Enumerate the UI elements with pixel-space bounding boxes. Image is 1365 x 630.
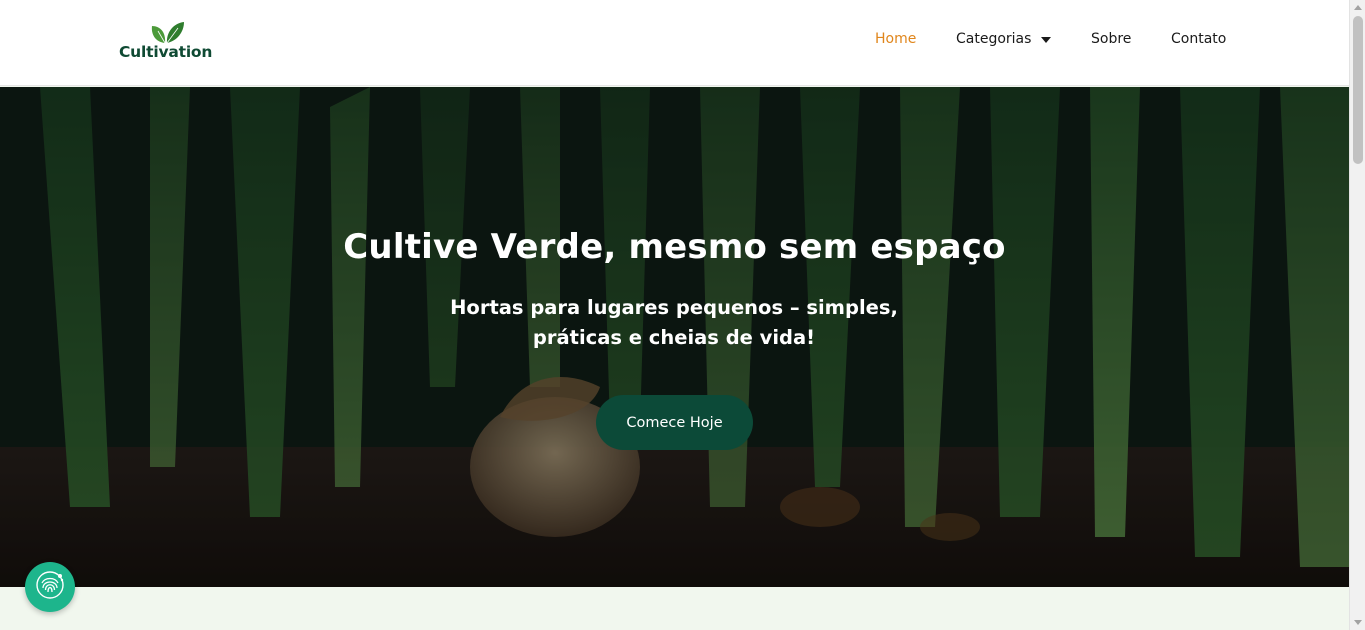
caret-down-icon bbox=[1041, 36, 1052, 43]
logo-text: Cultivation bbox=[119, 43, 213, 61]
nav-home-label: Home bbox=[875, 31, 917, 47]
page: Cultivation Home Categorias Sobre Contat… bbox=[0, 0, 1349, 630]
logo[interactable]: Cultivation bbox=[119, 18, 229, 68]
fingerprint-icon bbox=[33, 568, 67, 606]
scroll-up-arrow-icon[interactable] bbox=[1354, 5, 1362, 10]
hero-section: Cultive Verde, mesmo sem espaço Hortas p… bbox=[0, 87, 1349, 587]
hero-title: Cultive Verde, mesmo sem espaço bbox=[343, 227, 1006, 267]
nav-categorias-label: Categorias bbox=[956, 31, 1032, 47]
scrollbar-thumb[interactable] bbox=[1353, 16, 1363, 164]
nav-contato[interactable]: Contato bbox=[1171, 31, 1226, 47]
nav-contato-label: Contato bbox=[1171, 31, 1227, 47]
next-section bbox=[0, 587, 1349, 630]
accessibility-button[interactable] bbox=[25, 562, 75, 612]
comece-hoje-button[interactable]: Comece Hoje bbox=[596, 395, 753, 450]
site-header: Cultivation Home Categorias Sobre Contat… bbox=[0, 0, 1349, 86]
nav-categorias[interactable]: Categorias bbox=[956, 31, 1052, 47]
nav-home[interactable]: Home bbox=[875, 31, 916, 47]
leaf-icon bbox=[146, 20, 186, 44]
hero-subtitle: Hortas para lugares pequenos – simples, … bbox=[450, 296, 898, 349]
nav-sobre[interactable]: Sobre bbox=[1091, 31, 1131, 47]
nav-sobre-label: Sobre bbox=[1091, 31, 1132, 47]
page-scrollbar[interactable] bbox=[1349, 0, 1365, 630]
scroll-down-arrow-icon[interactable] bbox=[1354, 620, 1362, 625]
